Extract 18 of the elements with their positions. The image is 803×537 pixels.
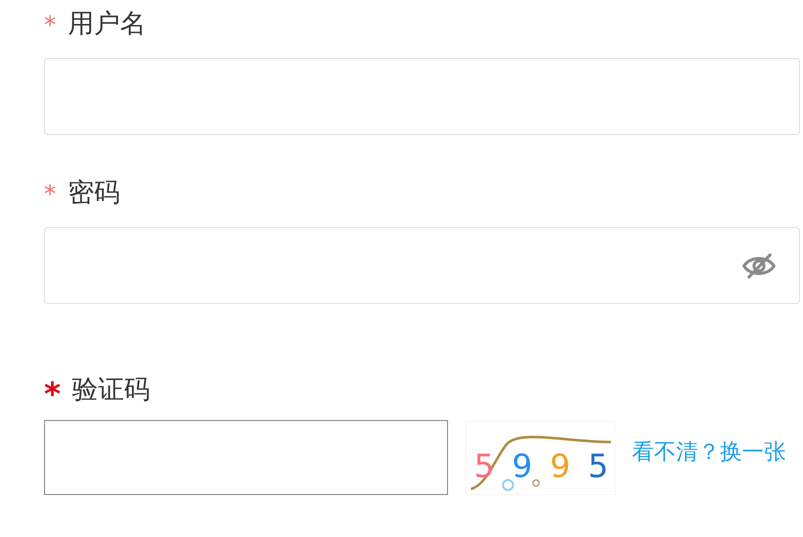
captcha-field[interactable] [44, 420, 448, 495]
username-field[interactable] [44, 58, 800, 135]
required-asterisk: * [44, 11, 57, 39]
required-asterisk: * [44, 180, 57, 208]
captcha-character: 5 [588, 446, 608, 484]
captcha-character: 5 [474, 446, 494, 484]
field-label: 用户名 [68, 8, 146, 40]
captcha-character: 9 [512, 446, 532, 484]
field-label: 验证码 [72, 374, 150, 406]
noise-circle [532, 478, 540, 486]
captcha-image[interactable]: 5 9 9 5 [466, 420, 616, 494]
eye-slash-icon[interactable] [741, 252, 777, 280]
required-asterisk: * [44, 375, 62, 413]
field-label: 密码 [68, 176, 120, 210]
noise-circle [502, 478, 514, 490]
captcha-character: 9 [550, 446, 570, 484]
password-field[interactable] [44, 227, 800, 304]
refresh-captcha-link[interactable]: 看不清？换一张 [632, 436, 786, 466]
